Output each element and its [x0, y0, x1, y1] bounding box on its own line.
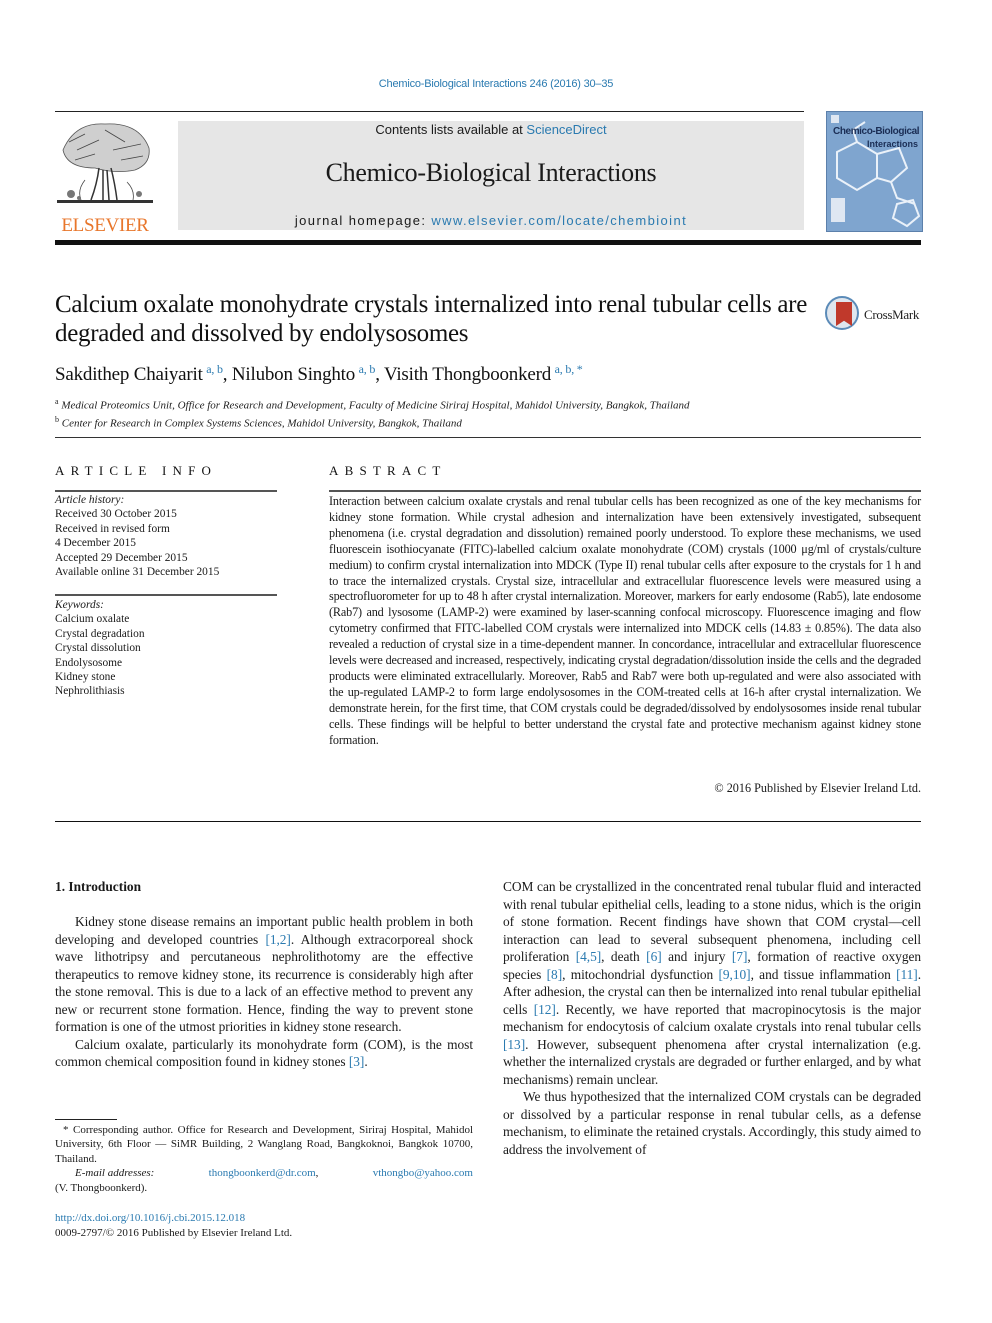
title-divider: [55, 437, 921, 438]
paragraph: We thus hypothesized that the internaliz…: [503, 1089, 921, 1157]
citation-link[interactable]: [4,5]: [576, 949, 601, 964]
cover-title-line1: Chemico-Biological: [833, 126, 920, 137]
corresponding-author-text: * Corresponding author. Office for Resea…: [55, 1124, 473, 1165]
journal-banner: Contents lists available at ScienceDirec…: [178, 121, 804, 230]
history-label: Article history:: [55, 494, 125, 506]
homepage-line: journal homepage: www.elsevier.com/locat…: [178, 213, 804, 228]
paragraph: Kidney stone disease remains an importan…: [55, 914, 473, 1034]
abstract-text: Interaction between calcium oxalate crys…: [329, 494, 921, 747]
homepage-link[interactable]: www.elsevier.com/locate/chembioint: [431, 213, 687, 228]
email-owner: (V. Thongboonkerd).: [55, 1181, 148, 1194]
header-thick-rule: [55, 240, 921, 245]
footnote-rule: [55, 1119, 117, 1120]
author-name[interactable]: Visith Thongboonkerd: [384, 364, 551, 385]
affiliations: a Medical Proteomics Unit, Office for Re…: [55, 395, 690, 430]
email-row: E-mail addresses: thongboonkerd@dr.com, …: [55, 1166, 473, 1180]
history-item: 4 December 2015: [55, 537, 136, 550]
author-name[interactable]: Sakdithep Chaiyarit: [55, 364, 203, 385]
elsevier-wordmark: ELSEVIER: [61, 215, 149, 236]
author-list: Sakdithep Chaiyarit a, b, Nilubon Singht…: [55, 362, 583, 385]
keyword: Crystal degradation: [55, 627, 145, 640]
doi-link[interactable]: http://dx.doi.org/10.1016/j.cbi.2015.12.…: [55, 1211, 292, 1226]
crossmark-icon: [825, 296, 859, 330]
paragraph: COM can be crystallized in the concentra…: [503, 879, 922, 1087]
body-column-left: Kidney stone disease remains an importan…: [55, 913, 473, 1071]
citation-link[interactable]: [6]: [646, 949, 662, 964]
author-affil-mark[interactable]: a, b: [359, 362, 376, 376]
section-heading-introduction: 1. Introduction: [55, 879, 142, 894]
citation-link[interactable]: [1,2]: [265, 932, 290, 947]
sciencedirect-link[interactable]: ScienceDirect: [526, 122, 606, 137]
abstract-rule: [329, 490, 921, 492]
citation-link[interactable]: [13]: [503, 1037, 525, 1052]
history-item: Received in revised form: [55, 522, 170, 535]
article-info-heading: ARTICLE INFO: [55, 463, 218, 478]
article-info-rule: [55, 490, 277, 492]
cover-title-line2: Interactions: [867, 139, 919, 149]
keyword: Nephrolithiasis: [55, 685, 125, 698]
citation-link[interactable]: [8]: [547, 967, 563, 982]
email-link-1-wrap: thongboonkerd@dr.com,: [208, 1167, 319, 1180]
header-rule: [55, 111, 804, 112]
citation-link[interactable]: [11]: [896, 967, 918, 982]
contents-line: Contents lists available at ScienceDirec…: [178, 122, 804, 137]
affiliation-a: a Medical Proteomics Unit, Office for Re…: [55, 397, 690, 412]
history-item: Received 30 October 2015: [55, 508, 177, 521]
elsevier-tree-icon: [57, 123, 153, 203]
article-title: Calcium oxalate monohydrate crystals int…: [55, 291, 808, 347]
crossmark-button[interactable]: CrossMark: [825, 296, 925, 334]
author-affil-mark[interactable]: a, b, *: [555, 362, 583, 376]
elsevier-logo[interactable]: ELSEVIER: [54, 120, 156, 236]
homepage-prefix: journal homepage:: [294, 213, 432, 228]
crossmark-label: CrossMark: [864, 307, 920, 322]
history-item: Accepted 29 December 2015: [55, 551, 188, 564]
issn-copyright: 0009-2797/© 2016 Published by Elsevier I…: [55, 1227, 293, 1239]
author-affil-mark[interactable]: a, b: [206, 362, 223, 376]
corresponding-author-footnote: * Corresponding author. Office for Resea…: [55, 1123, 473, 1195]
keyword: Endolysosome: [55, 656, 123, 669]
email-link[interactable]: thongboonkerd@dr.com: [209, 1167, 316, 1179]
history-item: Available online 31 December 2015: [55, 566, 220, 579]
affiliation-b: b Center for Research in Complex Systems…: [55, 414, 462, 430]
journal-citation-link[interactable]: Chemico-Biological Interactions 246 (201…: [379, 78, 614, 90]
keywords: Keywords: Calcium oxalate Crystal degrad…: [55, 598, 145, 699]
paragraph: Calcium oxalate, particularly its monohy…: [55, 1036, 473, 1070]
abstract-divider: [55, 821, 921, 822]
article-history: Article history: Received 30 October 201…: [55, 493, 219, 579]
author-name[interactable]: Nilubon Singhto: [232, 364, 355, 385]
running-head[interactable]: Chemico-Biological Interactions 246 (201…: [0, 78, 992, 90]
citation-link[interactable]: [12]: [534, 1002, 556, 1017]
citation-link[interactable]: [9,10]: [719, 967, 751, 982]
doi-block: http://dx.doi.org/10.1016/j.cbi.2015.12.…: [55, 1211, 292, 1241]
citation-link[interactable]: [3]: [349, 1054, 365, 1069]
contents-prefix: Contents lists available at: [375, 122, 527, 137]
keyword: Crystal dissolution: [55, 642, 141, 655]
body-column-right: COM can be crystallized in the concentra…: [503, 878, 921, 1158]
keyword: Kidney stone: [55, 671, 116, 684]
keywords-rule: [55, 594, 277, 596]
email-label: E-mail addresses:: [75, 1167, 155, 1180]
keyword: Calcium oxalate: [55, 613, 130, 626]
citation-link[interactable]: [7]: [732, 949, 748, 964]
keywords-label: Keywords:: [55, 599, 104, 611]
email-link[interactable]: vthongbo@yahoo.com: [373, 1166, 473, 1180]
journal-cover-image[interactable]: Chemico-Biological Interactions: [826, 111, 923, 232]
journal-title: Chemico-Biological Interactions: [325, 158, 657, 187]
abstract-heading: ABSTRACT: [329, 463, 447, 478]
abstract-copyright: © 2016 Published by Elsevier Ireland Ltd…: [714, 781, 921, 795]
